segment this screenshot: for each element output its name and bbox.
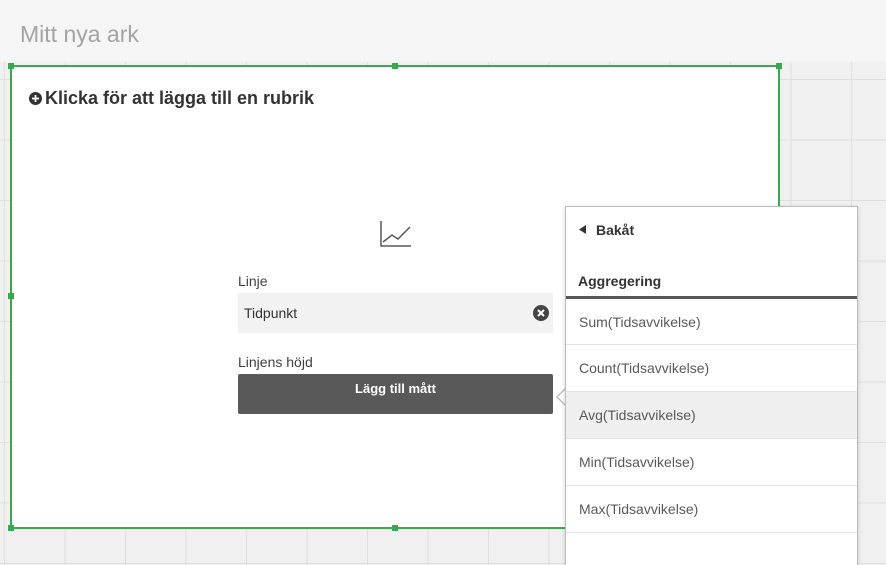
measure-label: Linjens höjd: [238, 354, 313, 370]
add-measure-button[interactable]: Lägg till mått: [238, 374, 553, 414]
close-circle-icon[interactable]: [533, 305, 549, 321]
resize-handle-bottom-left[interactable]: [8, 525, 14, 531]
back-label: Bakåt: [596, 221, 635, 238]
plus-circle-icon: [29, 91, 42, 105]
resize-handle-bottom[interactable]: [392, 525, 398, 531]
aggregation-option-count[interactable]: Count(Tidsavvikelse): [566, 345, 857, 392]
aggregation-option-min[interactable]: Min(Tidsavvikelse): [566, 439, 857, 486]
resize-handle-top[interactable]: [392, 63, 398, 69]
back-button[interactable]: Bakåt: [566, 207, 857, 252]
aggregation-section-header: Aggregering: [566, 267, 857, 299]
resize-handle-top-right[interactable]: [776, 63, 782, 69]
resize-handle-left[interactable]: [8, 293, 14, 299]
aggregation-section-label: Aggregering: [578, 273, 662, 289]
dimension-field[interactable]: Tidpunkt: [238, 293, 553, 333]
aggregation-option-avg[interactable]: Avg(Tidsavvikelse): [566, 392, 857, 439]
aggregation-option-max[interactable]: Max(Tidsavvikelse): [566, 486, 857, 533]
add-title-label: Klicka för att lägga till en rubrik: [45, 88, 315, 108]
line-chart-icon: [380, 221, 411, 247]
aggregation-option-sum[interactable]: Sum(Tidsavvikelse): [566, 299, 857, 345]
sheet-title[interactable]: Mitt nya ark: [20, 20, 139, 48]
resize-handle-top-left[interactable]: [8, 63, 14, 69]
aggregation-list: Sum(Tidsavvikelse) Count(Tidsavvikelse) …: [566, 299, 857, 533]
aggregation-popover: Bakåt Aggregering Sum(Tidsavvikelse) Cou…: [565, 206, 858, 565]
add-title-button[interactable]: Klicka för att lägga till en rubrik: [29, 87, 314, 109]
dimension-label: Linje: [238, 273, 268, 289]
back-arrow-icon: [579, 225, 586, 234]
dimension-field-value: Tidpunkt: [244, 305, 298, 321]
sheet-title-bar: Mitt nya ark: [0, 0, 886, 62]
